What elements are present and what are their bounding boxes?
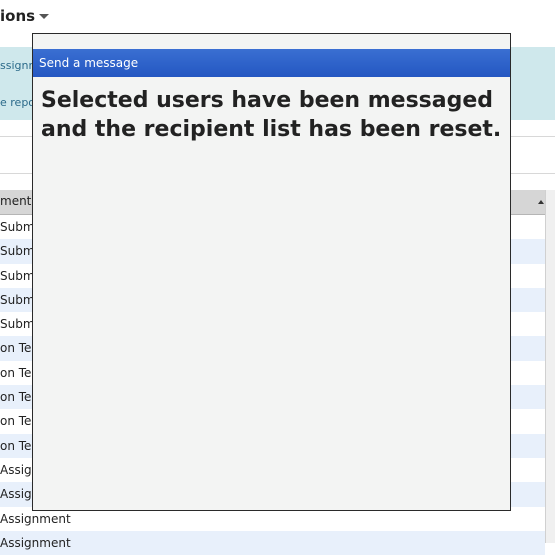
table-cell: Subm [0,268,35,283]
column-header-assignment[interactable]: ment [0,194,31,208]
sort-ascending-icon[interactable] [538,200,544,204]
send-message-dialog: Send a message Selected users have been … [32,33,511,511]
dialog-title: Send a message [33,49,510,77]
table-cell: Subm [0,220,35,234]
table-cell: Subm [0,317,35,332]
top-bar: ions [0,0,555,33]
chevron-down-icon[interactable] [39,14,50,19]
table-cell: Subm [0,244,35,259]
actions-menu[interactable]: ions [0,7,50,25]
dialog-top-strip [33,34,510,49]
table-cell: Subm [0,292,35,307]
actions-menu-label[interactable]: ions [0,7,35,25]
vertical-scrollbar[interactable] [545,190,555,543]
dialog-message: Selected users have been messaged and th… [41,88,502,142]
